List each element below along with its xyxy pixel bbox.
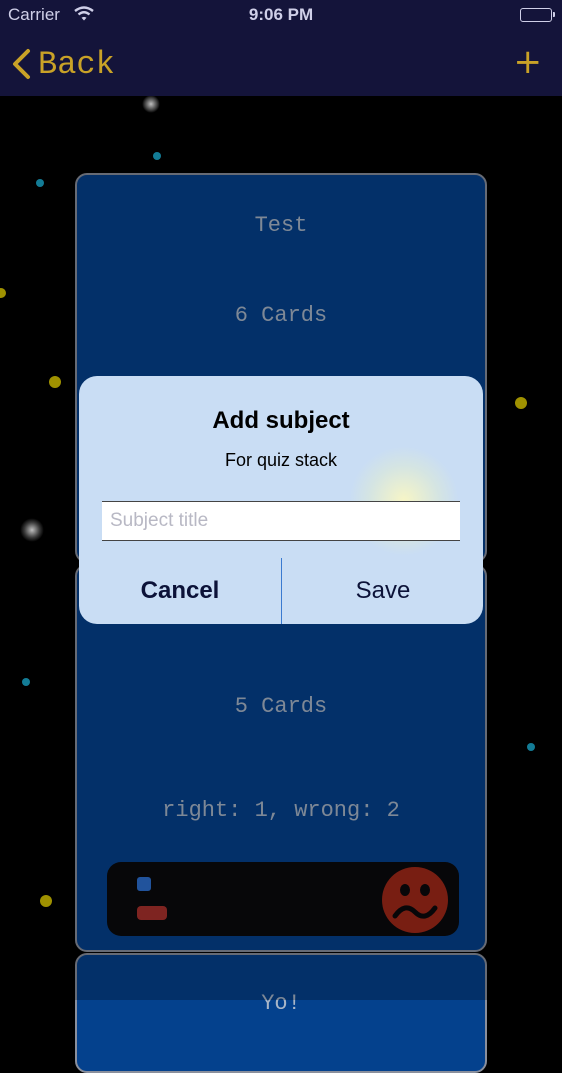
dialog-message: For quiz stack xyxy=(224,450,338,470)
save-button[interactable]: Save xyxy=(282,558,483,624)
status-bar: Carrier 9:06 PM xyxy=(0,0,562,30)
navigation-bar: Back + xyxy=(0,30,562,96)
clock: 9:06 PM xyxy=(248,5,314,24)
cancel-button[interactable]: Cancel xyxy=(79,558,281,624)
subject-title-input[interactable] xyxy=(102,501,460,541)
chevron-left-icon xyxy=(13,49,30,79)
back-button[interactable]: Back xyxy=(10,44,115,84)
back-label: Back xyxy=(38,45,115,83)
dialog-title: Add subject xyxy=(212,407,350,434)
battery-icon xyxy=(520,8,555,22)
add-subject-dialog: Add subject For quiz stack Cancel Save xyxy=(79,376,483,624)
add-button[interactable]: + xyxy=(514,42,543,82)
